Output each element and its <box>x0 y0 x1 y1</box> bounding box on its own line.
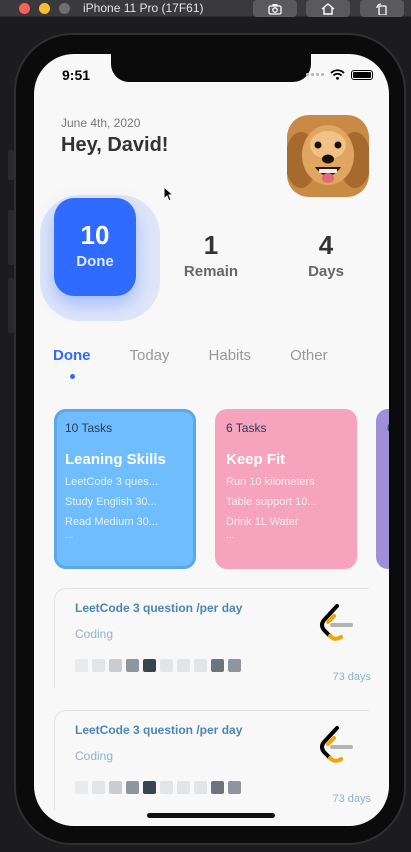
done-stat-card[interactable]: 10 Done <box>54 198 136 296</box>
remain-stat[interactable]: 1 Remain <box>179 230 243 280</box>
habit-category: Coding <box>75 627 114 641</box>
habit-category: Coding <box>75 749 114 763</box>
leetcode-logo-icon <box>320 604 353 641</box>
home-button[interactable] <box>306 0 350 17</box>
habit-activity-grid <box>75 781 241 794</box>
habit-day-cell <box>75 659 88 672</box>
card-task-count: 10 Tasks <box>65 421 113 435</box>
habit-day-cell <box>194 781 207 794</box>
task-card-fitness[interactable]: 6 Tasks Keep Fit Run 10 kilometers Table… <box>215 409 357 569</box>
tab-other[interactable]: Other <box>290 347 328 364</box>
habit-day-cell <box>160 781 173 794</box>
days-count: 4 <box>318 230 334 260</box>
habit-title: LeetCode 3 question /per day <box>75 601 243 615</box>
notch <box>111 54 311 82</box>
habit-row[interactable]: LeetCode 3 question /per day Coding 73 d… <box>54 588 371 688</box>
volume-up-button <box>8 210 14 265</box>
app-screen: 9:51 June 4th, 2020 Hey, David! 10 Done … <box>34 54 389 826</box>
habit-day-cell <box>126 659 139 672</box>
card-item: Table support 10... <box>226 496 317 508</box>
card-title: Leaning Skills <box>65 451 166 468</box>
habit-activity-grid <box>75 659 241 672</box>
habit-day-cell <box>228 781 241 794</box>
rotate-icon <box>376 2 387 15</box>
habit-day-cell <box>92 659 105 672</box>
battery-icon <box>351 69 373 80</box>
simulator-titlebar: iPhone 11 Pro (17F61) <box>0 0 411 17</box>
card-item: Drink 1L Water <box>226 516 299 528</box>
task-card-learning[interactable]: 10 Tasks Leaning Skills LeetCode 3 ques.… <box>54 409 196 569</box>
habit-days: 73 days <box>332 671 371 683</box>
habit-day-cell <box>160 659 173 672</box>
home-icon <box>321 2 335 15</box>
screenshot-icon <box>268 3 282 15</box>
signal-icon <box>306 73 324 76</box>
card-item: Study English 30... <box>65 496 157 508</box>
habit-day-cell <box>109 659 122 672</box>
wifi-icon <box>330 69 345 80</box>
avatar[interactable] <box>287 115 369 197</box>
screenshot-button[interactable] <box>253 0 297 17</box>
habit-day-cell <box>109 781 122 794</box>
tab-habits[interactable]: Habits <box>209 347 252 364</box>
habit-row[interactable]: LeetCode 3 question /per day Coding 73 d… <box>54 710 371 810</box>
leetcode-logo-icon <box>320 726 353 763</box>
habit-title: LeetCode 3 question /per day <box>75 723 243 737</box>
card-item: Read Medium 30... <box>65 516 158 528</box>
close-window-button[interactable] <box>19 3 30 14</box>
volume-down-button <box>8 278 14 333</box>
remain-label: Remain <box>183 263 239 280</box>
card-item: Run 10 kilometers <box>226 476 315 488</box>
habit-day-cell <box>194 659 207 672</box>
status-time: 9:51 <box>62 67 91 83</box>
habit-day-cell <box>143 659 156 672</box>
card-title: Keep Fit <box>226 451 286 468</box>
card-task-count: 6 <box>387 421 389 435</box>
home-indicator[interactable] <box>147 813 275 818</box>
header-date: June 4th, 2020 <box>61 116 141 130</box>
silent-switch <box>8 150 14 180</box>
done-count: 10 <box>80 220 110 250</box>
habit-days: 73 days <box>332 793 371 805</box>
category-tabs: Done Today Habits Other <box>53 347 367 379</box>
card-more: ... <box>65 530 74 541</box>
habit-day-cell <box>177 781 190 794</box>
greeting: Hey, David! <box>61 134 169 156</box>
status-icons <box>306 69 373 80</box>
rotate-button[interactable] <box>360 0 404 17</box>
habit-day-cell <box>75 781 88 794</box>
habit-day-cell <box>228 659 241 672</box>
zoom-window-button[interactable] <box>59 3 70 14</box>
done-label: Done <box>76 253 114 270</box>
card-task-count: 6 Tasks <box>226 421 267 435</box>
days-stat[interactable]: 4 Days <box>294 230 358 280</box>
habit-day-cell <box>177 659 190 672</box>
window-title: iPhone 11 Pro (17F61) <box>83 1 204 15</box>
tab-done[interactable]: Done <box>53 347 91 379</box>
card-more: ... <box>226 530 235 541</box>
minimize-window-button[interactable] <box>39 3 50 14</box>
habit-day-cell <box>211 659 224 672</box>
days-label: Days <box>308 263 344 280</box>
habit-day-cell <box>143 781 156 794</box>
task-card-partial[interactable]: 6 <box>376 409 389 569</box>
card-item: LeetCode 3 ques... <box>65 476 158 488</box>
mouse-cursor-icon <box>163 186 173 202</box>
habit-day-cell <box>126 781 139 794</box>
tab-today[interactable]: Today <box>130 347 170 364</box>
remain-count: 1 <box>203 230 219 260</box>
habit-day-cell <box>92 781 105 794</box>
habit-day-cell <box>211 781 224 794</box>
dog-photo <box>287 115 369 197</box>
